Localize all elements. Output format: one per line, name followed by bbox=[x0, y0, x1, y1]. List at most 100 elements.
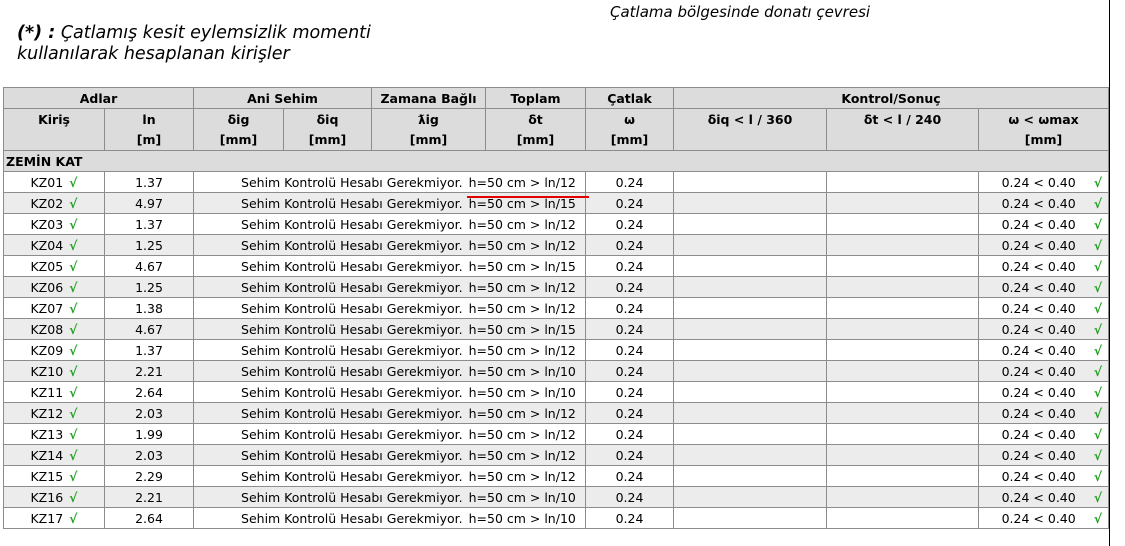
condition-text: h=50 cm > ln/12 bbox=[468, 426, 576, 442]
cell-message: Sehim Kontrolü Hesabı Gerekmiyor. h=50 cm… bbox=[193, 339, 587, 361]
col-kiris: Kiriş bbox=[3, 108, 105, 130]
cell-w: 0.24 bbox=[585, 507, 675, 529]
cell-check-360 bbox=[673, 423, 828, 445]
message-text: Sehim Kontrolü Hesabı Gerekmiyor. bbox=[241, 237, 463, 253]
cell-message: Sehim Kontrolü Hesabı Gerekmiyor. h=50 cm… bbox=[193, 486, 587, 508]
cell-kiris: KZ10 √ bbox=[3, 360, 105, 382]
check-icon: √ bbox=[1093, 300, 1103, 316]
beam-name: KZ10 bbox=[30, 363, 64, 379]
cell-check-360 bbox=[673, 339, 828, 361]
cell-message: Sehim Kontrolü Hesabı Gerekmiyor. h=50 cm… bbox=[193, 213, 587, 235]
cell-check-360 bbox=[673, 360, 828, 382]
cell-check-360 bbox=[673, 297, 828, 319]
beam-name: KZ05 bbox=[30, 258, 64, 274]
cell-check-240 bbox=[826, 486, 980, 508]
cell-check-wmax: 0.24 < 0.40 √ bbox=[978, 192, 1110, 214]
beam-name: KZ16 bbox=[30, 489, 64, 505]
cell-check-wmax: 0.24 < 0.40 √ bbox=[978, 213, 1110, 235]
condition-text: h=50 cm > ln/12 bbox=[468, 300, 576, 316]
col-ln: ln bbox=[103, 108, 195, 130]
cell-message: Sehim Kontrolü Hesabı Gerekmiyor. h=50 cm… bbox=[193, 360, 587, 382]
cell-ln: 1.99 bbox=[103, 423, 195, 445]
cell-check-wmax: 0.24 < 0.40 √ bbox=[978, 297, 1110, 319]
cell-check-wmax: 0.24 < 0.40 √ bbox=[978, 486, 1110, 508]
unit-check-360 bbox=[673, 129, 828, 151]
beam-name: KZ07 bbox=[30, 300, 64, 316]
col-dig: δig bbox=[193, 108, 285, 130]
cell-kiris: KZ03 √ bbox=[3, 213, 105, 235]
check-icon: √ bbox=[69, 342, 78, 358]
condition-text: h=50 cm > ln/12 bbox=[468, 447, 576, 463]
cell-ln: 4.97 bbox=[103, 192, 195, 214]
cell-w: 0.24 bbox=[585, 360, 675, 382]
message-text: Sehim Kontrolü Hesabı Gerekmiyor. bbox=[241, 468, 463, 484]
cell-ln: 2.29 bbox=[103, 465, 195, 487]
table-row: KZ16 √ 2.21 Sehim Kontrolü Hesabı Gerekmiyo… bbox=[3, 486, 1110, 508]
cell-kiris: KZ08 √ bbox=[3, 318, 105, 340]
table-row: KZ06 √ 1.25 Sehim Kontrolü Hesabı Gerekmiyo… bbox=[3, 276, 1110, 298]
cell-ln: 4.67 bbox=[103, 255, 195, 277]
message-text: Sehim Kontrolü Hesabı Gerekmiyor. bbox=[241, 174, 463, 190]
check-icon: √ bbox=[69, 447, 78, 463]
check-icon: √ bbox=[1093, 468, 1103, 484]
message-text: Sehim Kontrolü Hesabı Gerekmiyor. bbox=[241, 195, 463, 211]
beam-name: KZ12 bbox=[30, 405, 64, 421]
check-icon: √ bbox=[69, 510, 78, 526]
group-toplam: Toplam bbox=[485, 87, 587, 109]
table-row: KZ15 √ 2.29 Sehim Kontrolü Hesabı Gerekmiyo… bbox=[3, 465, 1110, 487]
cell-check-240 bbox=[826, 507, 980, 529]
check-icon: √ bbox=[69, 216, 78, 232]
group-catlak: Çatlak bbox=[585, 87, 675, 109]
cell-ln: 4.67 bbox=[103, 318, 195, 340]
table-row: KZ12 √ 2.03 Sehim Kontrolü Hesabı Gerekmiyo… bbox=[3, 402, 1110, 424]
heading-line1: Çatlamış kesit eylemsizlik momenti bbox=[60, 23, 371, 43]
message-text: Sehim Kontrolü Hesabı Gerekmiyor. bbox=[241, 405, 463, 421]
cell-message: Sehim Kontrolü Hesabı Gerekmiyor. h=50 cm… bbox=[193, 423, 587, 445]
wmax-result: 0.24 < 0.40 bbox=[1001, 363, 1076, 379]
check-icon: √ bbox=[69, 174, 78, 190]
table-row: KZ11 √ 2.64 Sehim Kontrolü Hesabı Gerekmiyo… bbox=[3, 381, 1110, 403]
group-header-row: Adlar Ani Sehim Zamana Bağlı Toplam Çatl… bbox=[2, 87, 1110, 109]
cell-message: Sehim Kontrolü Hesabı Gerekmiyor. h=50 cm… bbox=[193, 276, 587, 298]
check-icon: √ bbox=[69, 237, 78, 253]
table-row: KZ10 √ 2.21 Sehim Kontrolü Hesabı Gerekmiyo… bbox=[3, 360, 1110, 382]
cell-kiris: KZ17 √ bbox=[3, 507, 105, 529]
cell-kiris: KZ11 √ bbox=[3, 381, 105, 403]
unit-dig: [mm] bbox=[193, 129, 285, 151]
wmax-result: 0.24 < 0.40 bbox=[1001, 195, 1076, 211]
check-icon: √ bbox=[1093, 279, 1103, 295]
cell-check-240 bbox=[826, 171, 980, 193]
unit-diq: [mm] bbox=[283, 129, 373, 151]
top-note: Çatlama bölgesinde donatı çevresi bbox=[610, 3, 871, 21]
cell-check-360 bbox=[673, 465, 828, 487]
cell-check-360 bbox=[673, 444, 828, 466]
cell-check-wmax: 0.24 < 0.40 √ bbox=[978, 171, 1110, 193]
cell-message: Sehim Kontrolü Hesabı Gerekmiyor. h=50 cm… bbox=[193, 297, 587, 319]
cell-message: Sehim Kontrolü Hesabı Gerekmiyor. h=50 cm… bbox=[193, 444, 587, 466]
cell-check-240 bbox=[826, 234, 980, 256]
beam-name: KZ17 bbox=[30, 510, 64, 526]
cell-ln: 1.37 bbox=[103, 213, 195, 235]
group-ani-sehim: Ani Sehim bbox=[193, 87, 373, 109]
cell-check-360 bbox=[673, 381, 828, 403]
condition-text: h=50 cm > ln/10 bbox=[468, 489, 576, 505]
cell-message: Sehim Kontrolü Hesabı Gerekmiyor. h=50 cm… bbox=[193, 402, 587, 424]
check-icon: √ bbox=[1093, 510, 1103, 526]
cell-w: 0.24 bbox=[585, 444, 675, 466]
cell-kiris: KZ09 √ bbox=[3, 339, 105, 361]
cell-check-wmax: 0.24 < 0.40 √ bbox=[978, 360, 1110, 382]
group-adlar: Adlar bbox=[2, 87, 195, 109]
wmax-result: 0.24 < 0.40 bbox=[1001, 174, 1076, 190]
table-row: KZ05 √ 4.67 Sehim Kontrolü Hesabı Gerekmiyo… bbox=[3, 255, 1110, 277]
table-row: KZ14 √ 2.03 Sehim Kontrolü Hesabı Gerekmiyo… bbox=[3, 444, 1110, 466]
condition-text: h=50 cm > ln/10 bbox=[468, 510, 576, 526]
cell-kiris: KZ16 √ bbox=[3, 486, 105, 508]
message-text: Sehim Kontrolü Hesabı Gerekmiyor. bbox=[241, 447, 463, 463]
cell-w: 0.24 bbox=[585, 276, 675, 298]
cell-w: 0.24 bbox=[585, 486, 675, 508]
cell-ln: 2.03 bbox=[103, 402, 195, 424]
check-icon: √ bbox=[1093, 342, 1103, 358]
col-diq: δiq bbox=[283, 108, 373, 130]
cell-kiris: KZ05 √ bbox=[3, 255, 105, 277]
table-row: KZ17 √ 2.64 Sehim Kontrolü Hesabı Gerekmiyo… bbox=[3, 507, 1110, 529]
